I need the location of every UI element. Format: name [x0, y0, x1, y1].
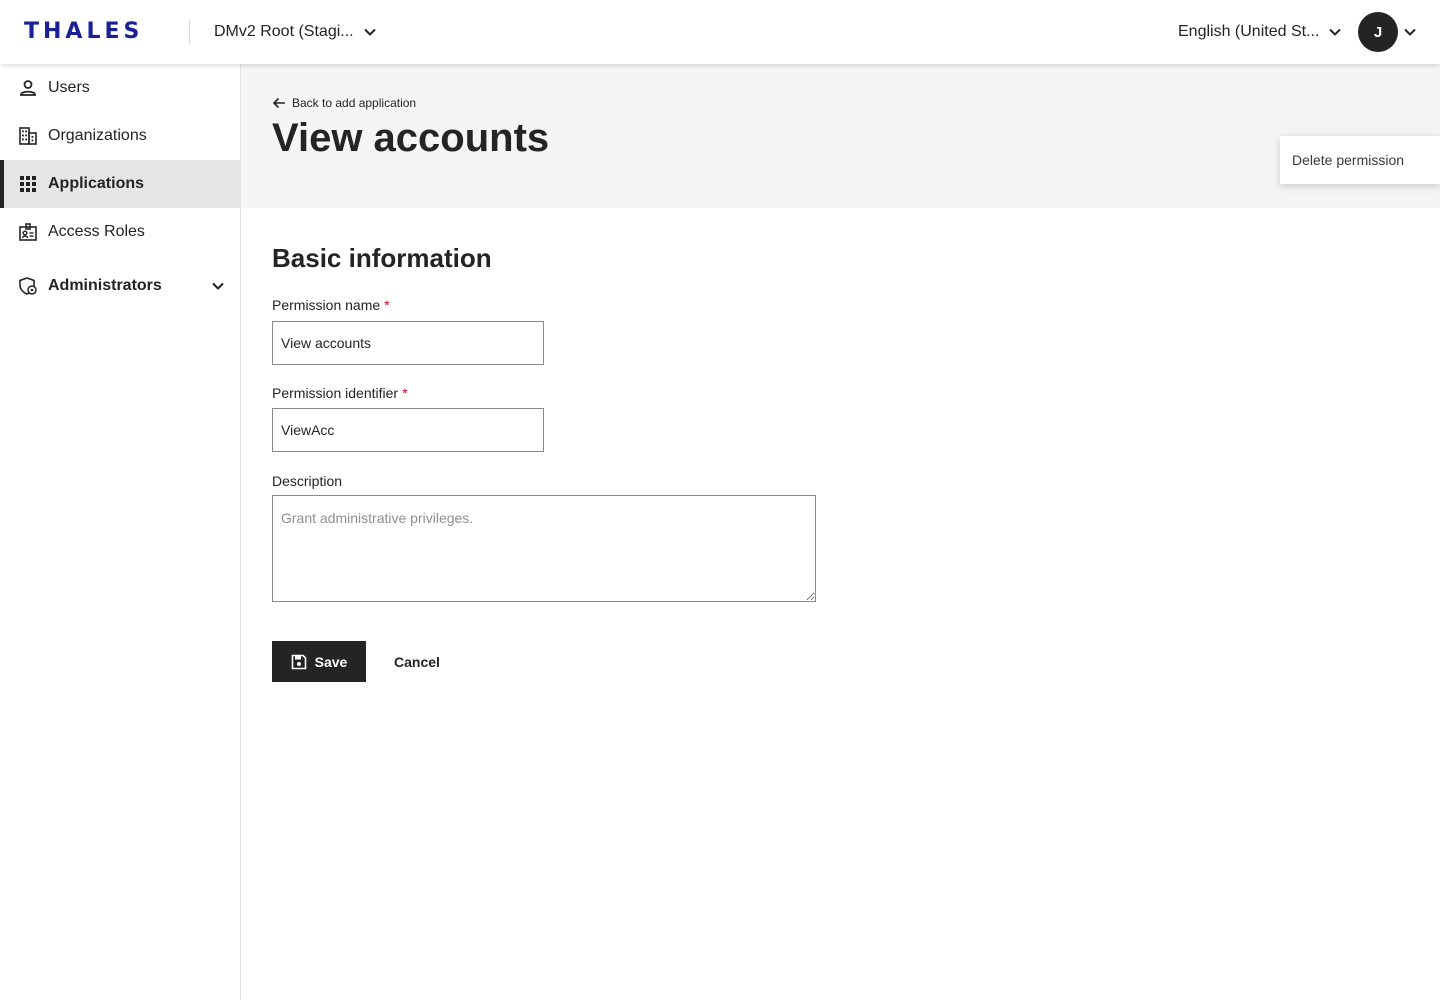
sidebar-item-users[interactable]: Users — [0, 64, 240, 112]
tenant-selector[interactable]: DMv2 Root (Stagi... — [214, 20, 378, 44]
sidebar-item-label: Applications — [48, 175, 145, 192]
save-button[interactable]: Save — [272, 641, 366, 682]
cancel-button[interactable]: Cancel — [383, 641, 451, 682]
permission-name-label: Permission name * — [272, 297, 390, 313]
chevron-down-icon[interactable] — [210, 278, 226, 294]
permission-identifier-input[interactable] — [272, 408, 544, 452]
required-mark: * — [384, 297, 390, 313]
chevron-down-icon — [1329, 28, 1342, 36]
sidebar-item-organizations[interactable]: Organizations — [0, 112, 240, 160]
id-badge-icon — [19, 223, 37, 241]
sidebar-item-administrators[interactable]: Administrators — [0, 262, 240, 310]
description-textarea[interactable] — [272, 495, 816, 602]
language-label: English (United St... — [1178, 23, 1320, 40]
page-header: Back to add application View accounts — [241, 64, 1440, 208]
top-bar: THALES DMv2 Root (Stagi... English (Unit… — [0, 0, 1440, 64]
sidebar-item-label: Users — [48, 79, 90, 96]
sidebar-item-applications[interactable]: Applications — [0, 160, 240, 208]
delete-permission-menu-item[interactable]: Delete permission — [1280, 136, 1440, 184]
back-link-label: Back to add application — [292, 96, 417, 110]
admin-shield-icon — [19, 277, 37, 295]
section-title: Basic information — [272, 243, 492, 273]
sidebar-item-label: Administrators — [48, 277, 162, 294]
chevron-down-icon — [1404, 28, 1416, 36]
required-mark: * — [402, 385, 408, 401]
language-selector[interactable]: English (United St... — [1178, 20, 1343, 44]
permission-name-input[interactable] — [272, 321, 544, 365]
chevron-down-icon — [363, 28, 376, 36]
apps-grid-icon — [20, 176, 36, 192]
user-icon — [20, 80, 36, 96]
permission-identifier-label: Permission identifier * — [272, 385, 408, 401]
thales-logo[interactable]: THALES — [24, 21, 143, 43]
sidebar-item-access-roles[interactable]: Access Roles — [0, 208, 240, 256]
sidebar: Users Organizations Applications Access … — [0, 64, 241, 1000]
sidebar-item-label: Access Roles — [48, 223, 145, 240]
tenant-label: DMv2 Root (Stagi... — [214, 23, 354, 40]
description-label: Description — [272, 473, 343, 489]
save-icon — [291, 654, 306, 669]
building-icon — [19, 127, 37, 145]
sidebar-item-label: Organizations — [48, 127, 147, 144]
user-menu[interactable]: J — [1358, 12, 1418, 52]
avatar[interactable]: J — [1358, 12, 1398, 52]
page-title: View accounts — [272, 116, 550, 160]
save-button-label: Save — [314, 653, 348, 670]
divider — [189, 20, 190, 44]
back-link[interactable]: Back to add application — [272, 96, 416, 110]
arrow-left-icon — [272, 97, 285, 109]
